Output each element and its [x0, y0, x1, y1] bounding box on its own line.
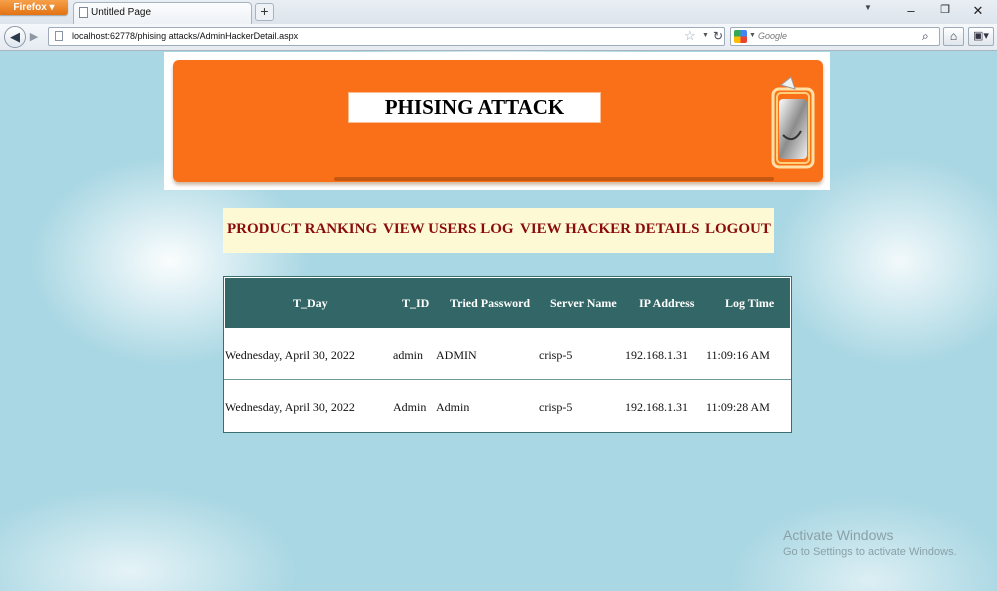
addons-button[interactable]: ▣▾: [968, 27, 994, 46]
table-header: T_Day T_ID Tried Password Server Name IP…: [225, 278, 790, 328]
new-tab-button[interactable]: +: [255, 3, 274, 21]
tab-list-icon[interactable]: ▼: [864, 3, 872, 12]
watermark-title: Activate Windows: [783, 527, 894, 543]
column-header: T_ID: [402, 296, 430, 310]
search-bar[interactable]: ▼ Google ⌕: [730, 27, 940, 46]
close-button[interactable]: ✕: [968, 3, 988, 19]
browser-navbar: ◀ ▶ localhost:62778/phising attacks/Admi…: [0, 24, 997, 51]
browser-titlebar: Firefox ▾ Untitled Page + ▼ – ❐ ✕: [0, 0, 997, 24]
browser-tab[interactable]: Untitled Page: [73, 2, 252, 24]
menu-view-users-log[interactable]: VIEW USERS LOG: [383, 221, 514, 238]
menu-product-ranking[interactable]: PRODUCT RANKING: [227, 221, 377, 238]
address-bar[interactable]: localhost:62778/phising attacks/AdminHac…: [48, 27, 725, 46]
google-engine-icon[interactable]: [734, 30, 747, 43]
forward-button[interactable]: ▶: [26, 30, 42, 44]
table-cell: crisp-5: [539, 348, 573, 362]
banner-shadow: [334, 177, 774, 181]
column-header: Tried Password: [450, 296, 531, 310]
minimize-button[interactable]: –: [901, 3, 921, 18]
menu-view-hacker-details[interactable]: VIEW HACKER DETAILS: [520, 221, 700, 238]
page-icon: [79, 7, 88, 18]
banner: PHISING ATTACK: [173, 60, 823, 182]
banner-frame: PHISING ATTACK: [164, 52, 830, 190]
banner-title-box: PHISING ATTACK: [349, 93, 600, 122]
history-dropdown-icon[interactable]: ▼: [702, 32, 709, 39]
activate-windows-watermark: Activate Windows Go to Settings to activ…: [783, 527, 957, 558]
page-viewport: PHISING ATTACK PRODUCT RANKING VIEW USER…: [0, 51, 997, 591]
home-button[interactable]: ⌂: [943, 27, 964, 46]
back-button[interactable]: ◀: [4, 26, 26, 48]
table-cell: Admin: [393, 400, 427, 414]
tab-title: Untitled Page: [91, 7, 152, 18]
table-cell: Wednesday, April 30, 2022: [225, 400, 355, 414]
table-cell: Wednesday, April 30, 2022: [225, 348, 355, 362]
home-icon: ⌂: [949, 29, 958, 43]
engine-dropdown-icon[interactable]: ▼: [749, 32, 756, 39]
main-menu: PRODUCT RANKING VIEW USERS LOG VIEW HACK…: [223, 208, 774, 253]
restore-button[interactable]: ❐: [935, 3, 955, 16]
watermark-subtitle: Go to Settings to activate Windows.: [783, 546, 957, 558]
column-header: IP Address: [639, 296, 695, 310]
table-cell: 192.168.1.31: [625, 348, 688, 362]
forward-arrow-icon: ▶: [29, 31, 39, 43]
search-icon[interactable]: ⌕: [922, 29, 929, 44]
table-cell: crisp-5: [539, 400, 573, 414]
phone-logo-icon: [771, 76, 815, 169]
table-cell: Admin: [436, 400, 470, 414]
search-placeholder[interactable]: Google: [758, 31, 787, 41]
hacker-details-table: T_Day T_ID Tried Password Server Name IP…: [223, 276, 792, 433]
addon-icon: ▣▾: [973, 30, 989, 42]
column-header: Server Name: [550, 296, 617, 310]
firefox-menu-button[interactable]: Firefox ▾: [0, 0, 68, 15]
banner-title: PHISING ATTACK: [384, 95, 565, 119]
table-cell: 192.168.1.31: [625, 400, 688, 414]
table-cell: 11:09:28 AM: [706, 400, 770, 414]
table-cell: 11:09:16 AM: [706, 348, 770, 362]
site-identity-icon[interactable]: [55, 31, 63, 41]
table-row: Wednesday, April 30, 2022 admin ADMIN cr…: [224, 329, 791, 380]
table-row: Wednesday, April 30, 2022 Admin Admin cr…: [224, 381, 791, 431]
column-header: Log Time: [725, 296, 775, 310]
table-cell: ADMIN: [436, 348, 477, 362]
back-arrow-icon: ◀: [10, 29, 20, 44]
menu-logout[interactable]: LOGOUT: [705, 221, 771, 238]
firefox-menu-label: Firefox: [13, 2, 47, 13]
table-cell: admin: [393, 348, 423, 362]
url-text[interactable]: localhost:62778/phising attacks/AdminHac…: [72, 31, 298, 41]
reload-icon[interactable]: ↻: [713, 29, 723, 43]
bookmark-star-icon[interactable]: ☆: [684, 28, 696, 44]
column-header: T_Day: [293, 296, 328, 310]
